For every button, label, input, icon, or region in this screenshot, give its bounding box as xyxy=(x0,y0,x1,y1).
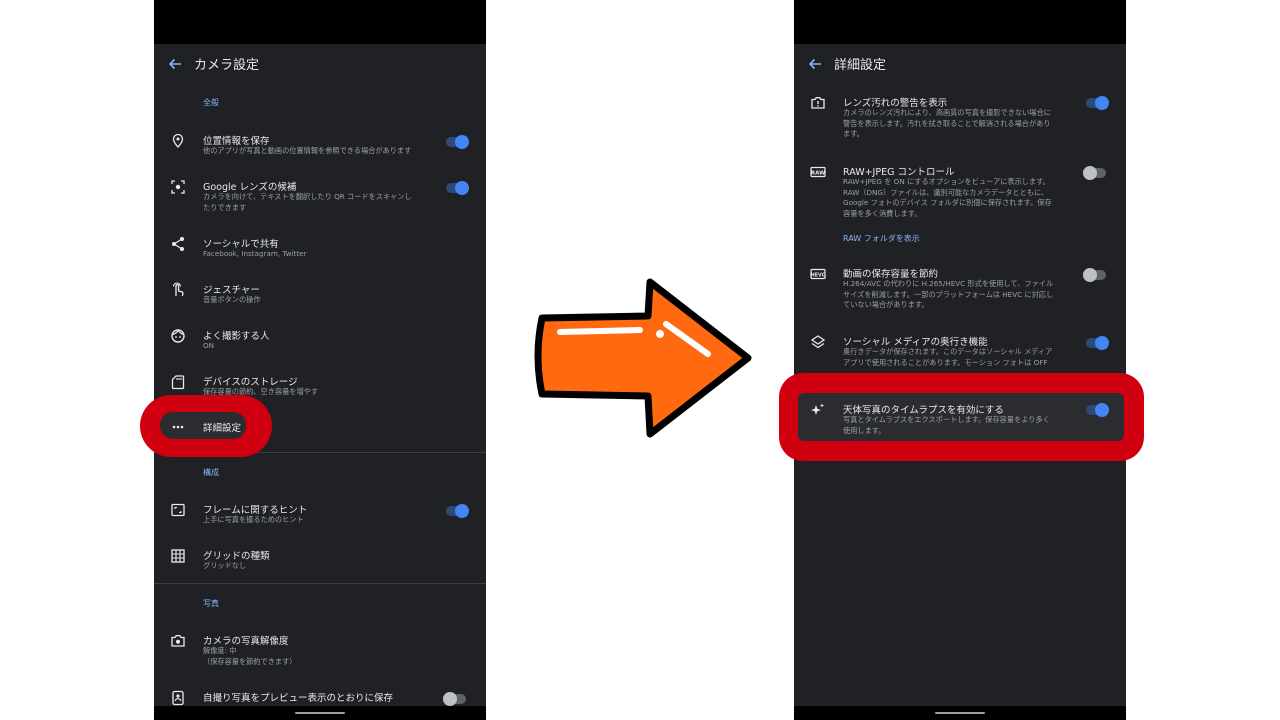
selfie-icon xyxy=(170,690,186,706)
setting-subtitle: カメラを向けて、テキストを翻訳したり QR コードをスキャンし たりできます xyxy=(203,192,412,212)
setting-title: グリッドの種類 xyxy=(203,551,270,562)
selfie-mirror-toggle[interactable] xyxy=(443,692,466,706)
left-phone-screen: カメラ設定 全般 位置情報を保存 他のアプリが写真と動画の位置情報を参照できる場… xyxy=(154,0,486,720)
location-pin-icon xyxy=(170,133,186,149)
setting-title: ソーシャルで共有 xyxy=(203,239,279,250)
sparkle-icon xyxy=(810,402,826,418)
camera-icon xyxy=(170,633,186,649)
divider xyxy=(154,583,486,584)
setting-title: Google レンズの候補 xyxy=(203,182,297,193)
setting-title: よく撮影する人 xyxy=(203,331,270,342)
face-icon xyxy=(170,328,186,344)
setting-subtitle: カメラのレンズ汚れにより、高画質の写真を撮影できない場合に 警告を表示します。汚… xyxy=(843,108,1051,138)
advanced-settings-label: 詳細設定 xyxy=(203,423,242,434)
svg-text:HEVC: HEVC xyxy=(811,272,826,278)
lens-warning-icon xyxy=(810,95,826,111)
video-save-toggle[interactable] xyxy=(1083,268,1106,282)
sd-card-icon xyxy=(170,374,186,390)
setting-subtitle: 他のアプリが写真と動画の位置情報を参照できる場合があります xyxy=(203,146,412,155)
home-pill[interactable] xyxy=(935,712,985,714)
grid-icon xyxy=(170,548,186,564)
lens-icon xyxy=(170,179,186,195)
page-title: カメラ設定 xyxy=(194,58,260,73)
gesture-hand-icon xyxy=(170,282,186,298)
status-bar xyxy=(154,0,486,44)
setting-title: RAW+JPEG コントロール xyxy=(843,167,955,178)
google-lens-toggle[interactable] xyxy=(446,181,469,195)
raw-icon: RAW xyxy=(810,164,826,180)
frame-icon xyxy=(170,502,186,518)
share-icon xyxy=(170,236,186,252)
layers-icon xyxy=(810,334,826,350)
setting-title: 動画の保存容量を節約 xyxy=(843,269,939,280)
nav-bar xyxy=(154,706,486,720)
astro-timelapse-toggle[interactable] xyxy=(1086,403,1109,417)
app-bar: 詳細設定 xyxy=(794,44,1126,84)
setting-subtitle: グリッドなし xyxy=(203,561,247,570)
right-phone-screen: 詳細設定 レンズ汚れの警告を表示 カメラのレンズ汚れにより、高画質の写真を撮影で… xyxy=(794,0,1126,720)
raw-folder-link[interactable]: RAW フォルダを表示 xyxy=(843,233,920,244)
save-location-toggle[interactable] xyxy=(446,135,469,149)
raw-jpeg-toggle[interactable] xyxy=(1083,166,1106,180)
lens-dirt-toggle[interactable] xyxy=(1086,96,1109,110)
section-general: 全般 xyxy=(203,98,219,107)
framing-hints-toggle[interactable] xyxy=(446,504,469,518)
setting-title: カメラの写真解像度 xyxy=(203,636,289,647)
svg-text:RAW: RAW xyxy=(811,171,825,177)
astro-timelapse-subtitle: 写真とタイムラプスをエクスポートします。保存容量をより多く 使用します。 xyxy=(843,415,1050,435)
setting-subtitle: 解像度: 中 （保存容量を節約できます） xyxy=(203,646,297,666)
section-photo: 写真 xyxy=(203,599,219,608)
setting-subtitle: ON xyxy=(203,341,215,350)
back-arrow-icon[interactable] xyxy=(166,55,184,73)
home-pill[interactable] xyxy=(295,712,345,714)
setting-subtitle: 音量ボタンの操作 xyxy=(203,295,261,304)
hevc-icon: HEVC xyxy=(810,266,826,282)
more-dots-icon xyxy=(170,417,186,433)
section-composition: 構成 xyxy=(203,468,219,477)
setting-subtitle: 奥行きデータが保存されます。このデータはソーシャル メディア アプリで使用される… xyxy=(843,347,1053,367)
back-arrow-icon[interactable] xyxy=(806,55,824,73)
setting-title: ジェスチャー xyxy=(203,285,260,296)
page-title: 詳細設定 xyxy=(834,58,887,73)
setting-subtitle: Facebook, Instagram, Twitter xyxy=(203,249,307,258)
setting-title: フレームに関するヒント xyxy=(203,505,308,516)
app-bar: カメラ設定 xyxy=(154,44,486,84)
setting-subtitle: RAW+JPEG を ON にするオプションをビューアに表示します。 RAW（D… xyxy=(843,177,1052,218)
nav-bar xyxy=(794,706,1126,720)
setting-subtitle: 上手に写真を撮るためのヒント xyxy=(203,515,304,524)
setting-title: レンズ汚れの警告を表示 xyxy=(843,98,948,109)
setting-title: 位置情報を保存 xyxy=(203,136,270,147)
setting-title: デバイスのストレージ xyxy=(203,377,298,388)
status-bar xyxy=(794,0,1126,44)
right-arrow-icon xyxy=(530,272,760,444)
setting-title: 自撮り写真をプレビュー表示のとおりに保存 xyxy=(203,693,394,704)
setting-title: ソーシャル メディアの奥行き機能 xyxy=(843,337,988,348)
astro-timelapse-title: 天体写真のタイムラプスを有効にする xyxy=(843,405,1004,416)
social-depth-toggle[interactable] xyxy=(1086,336,1109,350)
setting-subtitle: H.264/AVC の代わりに H.265/HEVC 形式を使用して、ファイル … xyxy=(843,279,1054,309)
